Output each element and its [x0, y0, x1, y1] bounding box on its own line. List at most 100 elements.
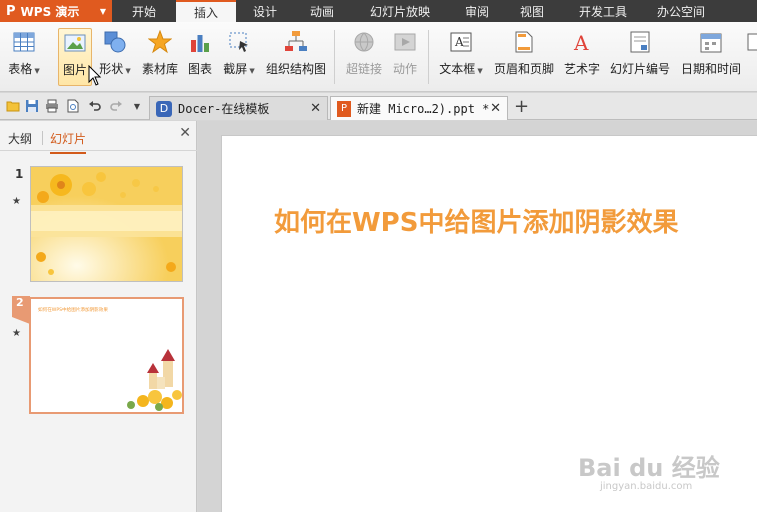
- picture-button[interactable]: 图片: [58, 28, 92, 86]
- tab-insert[interactable]: 插入: [176, 0, 236, 22]
- tab-view[interactable]: 视图: [504, 0, 560, 22]
- wordart-label: 艺术字: [563, 62, 600, 76]
- slide-thumbnail-1[interactable]: [30, 166, 183, 282]
- tab-slides[interactable]: 幻灯片: [50, 130, 87, 154]
- wordart-icon: A: [570, 30, 594, 54]
- wps-logo-icon: P: [6, 3, 16, 19]
- baidu-watermark-url: jingyan.baidu.com: [600, 481, 693, 492]
- tab-outline[interactable]: 大纲: [8, 130, 32, 147]
- ribbon: 表格 ▼ 图片 形状 ▼ 素材库 图表 截屏 ▼ 组织结构图 超链接 动作 A …: [0, 22, 757, 92]
- picture-icon: [63, 31, 87, 55]
- tab-office-space[interactable]: 办公空间: [646, 0, 716, 22]
- slide-number-label: 幻灯片编号: [609, 62, 670, 76]
- docer-icon: D: [156, 100, 172, 117]
- chart-button[interactable]: 图表: [186, 28, 214, 86]
- datetime-label: 日期和时间: [680, 62, 741, 76]
- new-tab-plus-icon[interactable]: +: [514, 96, 529, 117]
- slides-panel: 大纲 幻灯片 ✕ 1 ★ 2 ★ 如何在WPS中给图片添加阴影效果: [0, 121, 197, 512]
- animation-star-icon: ★: [12, 328, 21, 339]
- header-footer-button[interactable]: 页眉和页脚: [492, 28, 556, 86]
- slide-title[interactable]: 如何在WPS中给图片添加阴影效果: [274, 202, 678, 239]
- screenshot-button[interactable]: 截屏 ▼: [220, 28, 258, 86]
- open-folder-icon[interactable]: [6, 99, 20, 113]
- org-chart-icon: [284, 30, 308, 54]
- shape-icon: [103, 30, 127, 54]
- tab-home[interactable]: 开始: [112, 0, 176, 22]
- star-icon: [148, 30, 172, 54]
- slide-number-button[interactable]: 幻灯片编号: [608, 28, 672, 86]
- tab-slideshow[interactable]: 幻灯片放映: [350, 0, 450, 22]
- dropdown-arrow-icon: ▼: [34, 67, 40, 75]
- doc-tab-label: Docer-在线模板: [178, 102, 270, 116]
- textbox-button[interactable]: A 文本框 ▼: [436, 28, 486, 86]
- redo-icon[interactable]: [109, 99, 123, 113]
- wordart-button[interactable]: A 艺术字: [562, 28, 602, 86]
- doc-tab-label: 新建 Micro…2).ppt *: [357, 102, 490, 116]
- object-icon: [747, 30, 757, 54]
- tab-animation[interactable]: 动画: [294, 0, 350, 22]
- screenshot-label: 截屏: [223, 62, 248, 76]
- header-footer-label: 页眉和页脚: [493, 62, 554, 76]
- baidu-watermark: Bai du 经验: [578, 454, 720, 482]
- dropdown-arrow-icon: ▼: [477, 67, 483, 75]
- globe-link-icon: [352, 30, 376, 54]
- hyperlink-button[interactable]: 超链接: [344, 28, 384, 86]
- slide-number-icon: [628, 30, 652, 54]
- customize-dropdown-icon[interactable]: ▼: [130, 99, 144, 113]
- ribbon-separator: [334, 30, 335, 84]
- hyperlink-label: 超链接: [345, 62, 382, 76]
- dropdown-arrow-icon: ▼: [125, 67, 131, 75]
- material-button[interactable]: 素材库: [140, 28, 180, 86]
- org-chart-button[interactable]: 组织结构图: [264, 28, 328, 86]
- textbox-label: 文本框: [439, 62, 476, 76]
- table-icon: [12, 30, 36, 54]
- calendar-icon: [699, 30, 723, 54]
- animation-star-icon: ★: [12, 196, 21, 207]
- slide-thumbnail-2[interactable]: 如何在WPS中给图片添加阴影效果: [29, 297, 184, 414]
- table-label: 表格: [8, 62, 33, 76]
- selected-slide-flag: 2: [12, 296, 30, 324]
- menu-bar: P WPS 演示 ▼ 开始 插入 设计 动画 幻灯片放映 审阅 视图 开发工具 …: [0, 0, 757, 22]
- print-preview-icon[interactable]: [66, 99, 80, 113]
- caret-down-icon: ▼: [99, 6, 106, 16]
- shape-label: 形状: [99, 62, 124, 76]
- doc-tab-presentation[interactable]: P 新建 Micro…2).ppt * ✕: [330, 96, 508, 120]
- tab-divider: [42, 131, 43, 145]
- overflow-ribbon-button[interactable]: [747, 28, 757, 86]
- slide-number: 1: [15, 167, 24, 181]
- close-icon[interactable]: ✕: [490, 101, 501, 116]
- slide-number: 2: [16, 296, 24, 309]
- dropdown-arrow-icon: ▼: [249, 67, 255, 75]
- close-icon[interactable]: ✕: [310, 101, 321, 116]
- mouse-cursor-icon: [88, 65, 102, 86]
- play-action-icon: [393, 30, 417, 54]
- chart-label: 图表: [187, 62, 212, 76]
- app-menu-button[interactable]: P WPS 演示 ▼: [0, 0, 112, 22]
- ppt-file-icon: P: [337, 100, 351, 117]
- datetime-button[interactable]: 日期和时间: [678, 28, 744, 86]
- screenshot-icon: [227, 30, 251, 54]
- org-chart-label: 组织结构图: [265, 62, 326, 76]
- table-button[interactable]: 表格 ▼: [5, 28, 43, 86]
- save-icon[interactable]: [25, 99, 39, 113]
- svg-text:A: A: [454, 35, 464, 49]
- action-label: 动作: [392, 62, 417, 76]
- castle-flowers-image: [127, 349, 182, 411]
- floral-background-image: [31, 167, 182, 281]
- textbox-icon: A: [449, 30, 473, 54]
- tab-design[interactable]: 设计: [236, 0, 294, 22]
- app-name: WPS 演示: [20, 4, 80, 19]
- print-icon[interactable]: [45, 99, 59, 113]
- bar-chart-icon: [188, 30, 212, 54]
- ribbon-separator: [428, 30, 429, 84]
- page-icon: [512, 30, 536, 54]
- close-icon[interactable]: ✕: [179, 125, 191, 141]
- tab-developer[interactable]: 开发工具: [560, 0, 646, 22]
- svg-text:A: A: [573, 31, 589, 53]
- doc-tab-docer[interactable]: D Docer-在线模板 ✕: [149, 96, 328, 120]
- action-button[interactable]: 动作: [389, 28, 421, 86]
- material-label: 素材库: [141, 62, 178, 76]
- panel-tabs: 大纲 幻灯片 ✕: [0, 121, 197, 154]
- undo-icon[interactable]: [88, 99, 102, 113]
- tab-review[interactable]: 审阅: [450, 0, 504, 22]
